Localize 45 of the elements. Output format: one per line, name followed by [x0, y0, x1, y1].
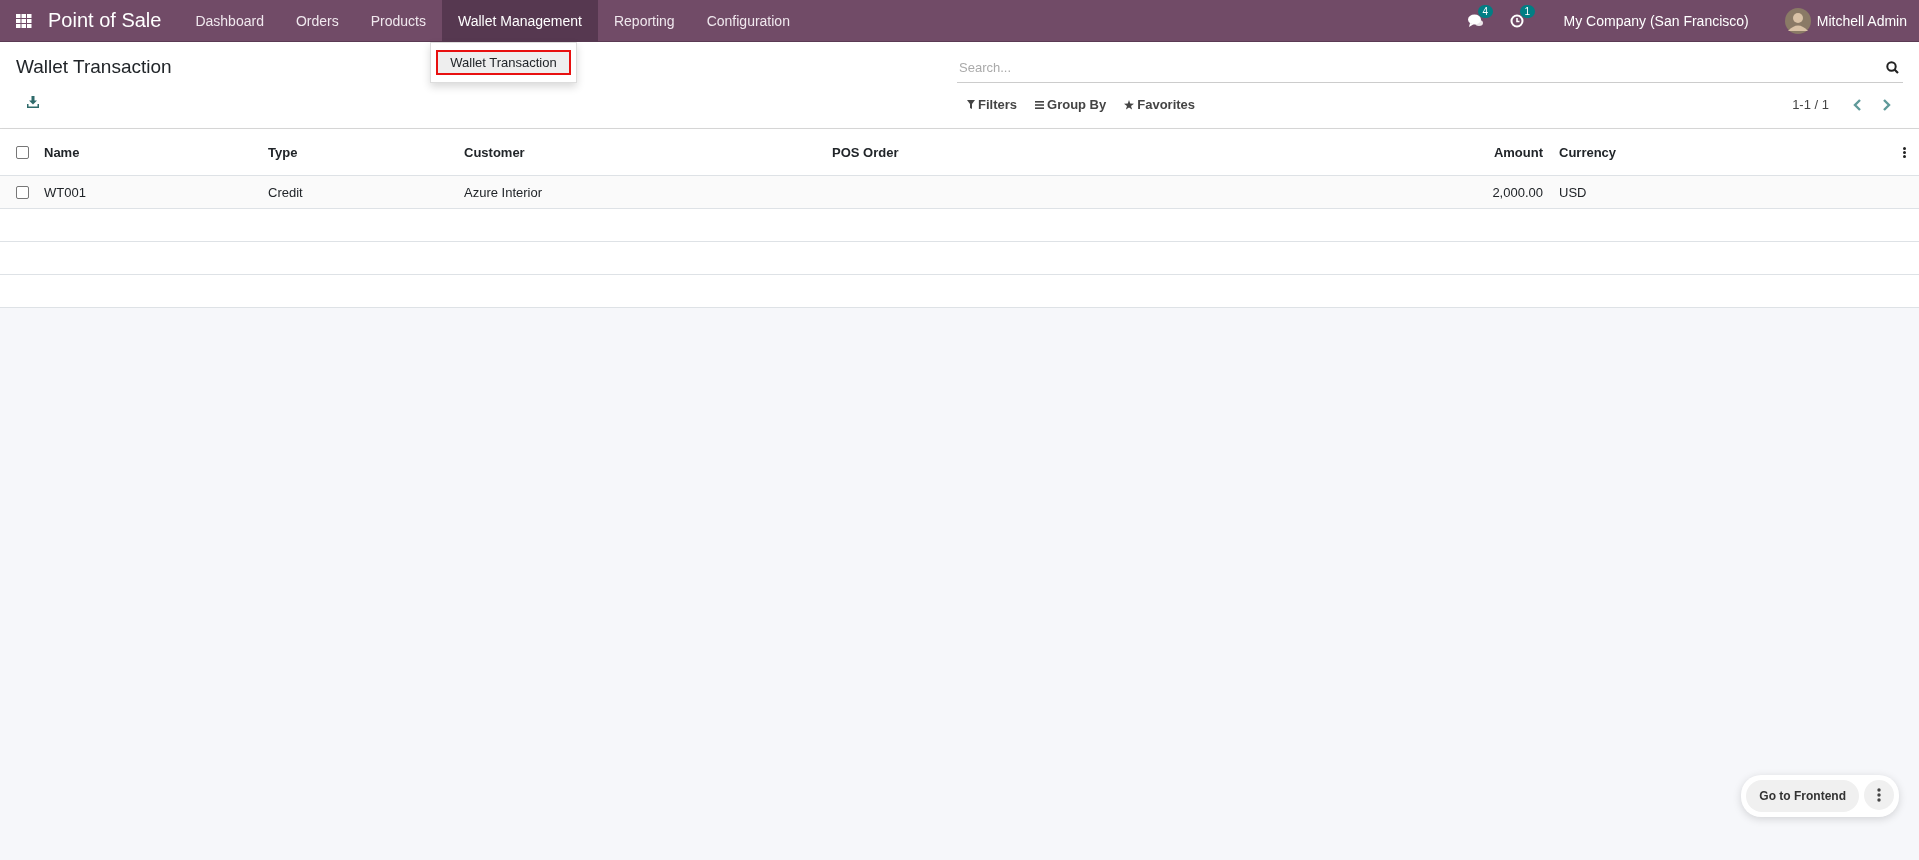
company-switcher[interactable]: My Company (San Francisco)	[1563, 12, 1749, 29]
pager-value[interactable]: 1-1 / 1	[1792, 97, 1829, 112]
filter-button[interactable]: Group By	[1035, 97, 1107, 112]
menu-item[interactable]: Products	[354, 0, 442, 42]
table-cell-text: USD	[1559, 184, 1588, 200]
column-header[interactable]: Amount	[1409, 144, 1559, 160]
table-cell-text: WT001	[44, 184, 87, 200]
menu-item[interactable]: Reporting	[597, 0, 691, 42]
dropdown-item[interactable]: Wallet Transaction	[436, 50, 571, 75]
table-cell-text: 2,000.00	[1491, 184, 1544, 200]
column-header[interactable]: Currency	[1559, 144, 1889, 160]
column-header[interactable]: Type	[268, 144, 464, 160]
table-cell-text: Azure Interior	[464, 184, 544, 200]
app-name[interactable]: Point of Sale	[48, 9, 162, 32]
column-header[interactable]: Customer	[464, 144, 832, 160]
menu-item[interactable]: Configuration	[690, 0, 806, 42]
user-menu[interactable]: Mitchell Admin	[1816, 12, 1907, 29]
column-options-icon[interactable]	[1902, 146, 1906, 158]
menu-item[interactable]: Orders	[279, 0, 355, 42]
select-all-checkbox[interactable]	[16, 145, 29, 159]
row-checkbox[interactable]	[16, 185, 29, 199]
chevron-left-icon[interactable]	[1853, 98, 1862, 111]
go-to-frontend-button[interactable]: Go to Frontend	[1746, 780, 1859, 812]
apps-grid-icon[interactable]	[16, 13, 32, 28]
activity-count-badge: 1	[1519, 4, 1536, 18]
column-header[interactable]: POS Order	[832, 144, 1409, 160]
filter-button[interactable]: Favorites	[1124, 97, 1196, 112]
more-icon	[1877, 788, 1881, 802]
chat-icon[interactable]	[1467, 13, 1484, 28]
page-title: Wallet Transaction	[16, 56, 172, 78]
message-count-badge: 4	[1477, 4, 1494, 18]
search-icon[interactable]	[1886, 60, 1899, 74]
column-header[interactable]: Name	[44, 144, 268, 160]
clock-icon[interactable]	[1509, 13, 1524, 28]
menu-item[interactable]: Wallet Management	[441, 0, 598, 42]
list-icon	[1035, 100, 1044, 109]
chevron-right-icon[interactable]	[1882, 98, 1891, 111]
filter-button[interactable]: Filters	[967, 97, 1017, 112]
funnel-icon	[967, 100, 975, 109]
menu-item[interactable]: Dashboard	[179, 0, 280, 42]
download-icon[interactable]	[27, 96, 39, 108]
avatar-icon[interactable]	[1784, 7, 1811, 34]
table-cell-text: Credit	[268, 184, 304, 200]
star-icon	[1124, 99, 1135, 110]
more-options-button[interactable]	[1864, 780, 1894, 810]
